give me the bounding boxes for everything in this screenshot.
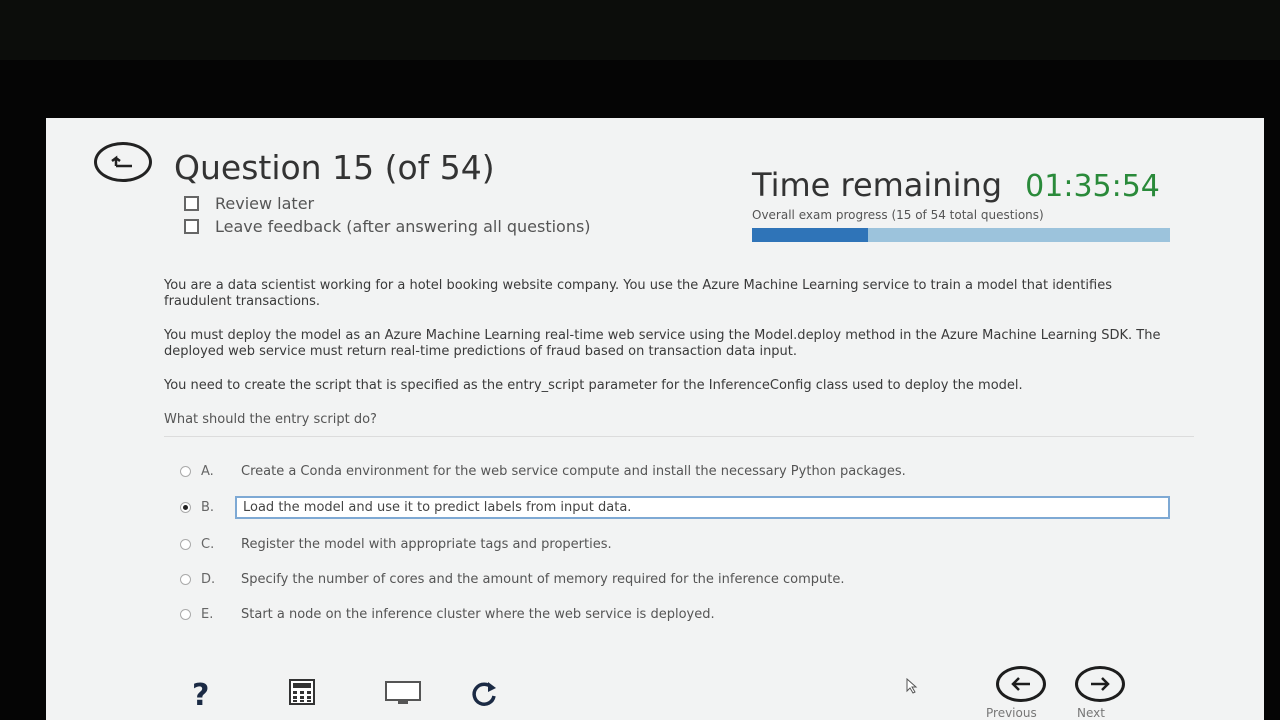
question-prompt: What should the entry script do? [164, 412, 377, 427]
leave-feedback-option[interactable]: Leave feedback (after answering all ques… [184, 217, 591, 236]
progress-text: Overall exam progress (15 of 54 total qu… [752, 208, 1044, 222]
time-area: Time remaining 01:35:54 Overall exam pro… [752, 166, 1172, 242]
mouse-cursor-icon [906, 677, 918, 698]
radio-button[interactable] [180, 465, 191, 477]
option-letter: D. [201, 571, 216, 587]
calculator-icon[interactable] [288, 678, 316, 706]
radio-button[interactable] [180, 608, 191, 620]
back-arrow-icon[interactable] [94, 142, 152, 182]
option-text: Start a node on the inference cluster wh… [241, 606, 715, 622]
previous-arrow-icon[interactable] [996, 666, 1046, 702]
option-letter: E. [201, 606, 214, 622]
option-text: Register the model with appropriate tags… [241, 536, 612, 552]
time-remaining-label: Time remaining [752, 166, 1003, 204]
question-title: Question 15 (of 54) [174, 148, 495, 187]
option-text: Specify the number of cores and the amou… [241, 571, 845, 587]
radio-button[interactable] [180, 573, 191, 585]
answer-option-d[interactable]: D. Specify the number of cores and the a… [180, 569, 1170, 589]
answer-option-e[interactable]: E. Start a node on the inference cluster… [180, 604, 1170, 624]
leave-feedback-checkbox[interactable] [184, 219, 199, 234]
option-letter: B. [201, 499, 215, 515]
refresh-icon[interactable] [468, 678, 500, 710]
radio-button[interactable] [180, 538, 191, 550]
review-later-option[interactable]: Review later [184, 194, 314, 213]
leave-feedback-label: Leave feedback (after answering all ques… [215, 217, 591, 236]
question-paragraph: You must deploy the model as an Azure Ma… [164, 328, 1161, 359]
exam-screen: Question 15 (of 54) Review later Leave f… [46, 118, 1264, 720]
answer-option-c[interactable]: C. Register the model with appropriate t… [180, 534, 1170, 554]
previous-label[interactable]: Previous [986, 706, 1037, 720]
option-text: Load the model and use it to predict lab… [235, 495, 1170, 519]
next-arrow-icon[interactable] [1075, 666, 1125, 702]
monitor-icon[interactable] [384, 678, 422, 706]
progress-bar [752, 228, 1170, 242]
next-label[interactable]: Next [1077, 706, 1105, 720]
question-body: You are a data scientist working for a h… [164, 278, 1164, 446]
time-remaining-value: 01:35:54 [1025, 169, 1160, 204]
divider [164, 436, 1194, 437]
answer-option-a[interactable]: A. Create a Conda environment for the we… [180, 461, 1170, 481]
option-letter: A. [201, 463, 214, 479]
option-text: Create a Conda environment for the web s… [241, 463, 906, 479]
progress-bar-fill [752, 228, 869, 242]
answer-option-b[interactable]: B. Load the model and use it to predict … [180, 495, 1170, 519]
option-letter: C. [201, 536, 215, 552]
help-icon[interactable]: ? [192, 678, 209, 713]
review-later-checkbox[interactable] [184, 196, 199, 211]
review-later-label: Review later [215, 194, 315, 213]
radio-button-selected[interactable] [180, 501, 191, 513]
question-paragraph: You are a data scientist working for a h… [164, 278, 1112, 309]
question-paragraph: You need to create the script that is sp… [164, 378, 1023, 393]
